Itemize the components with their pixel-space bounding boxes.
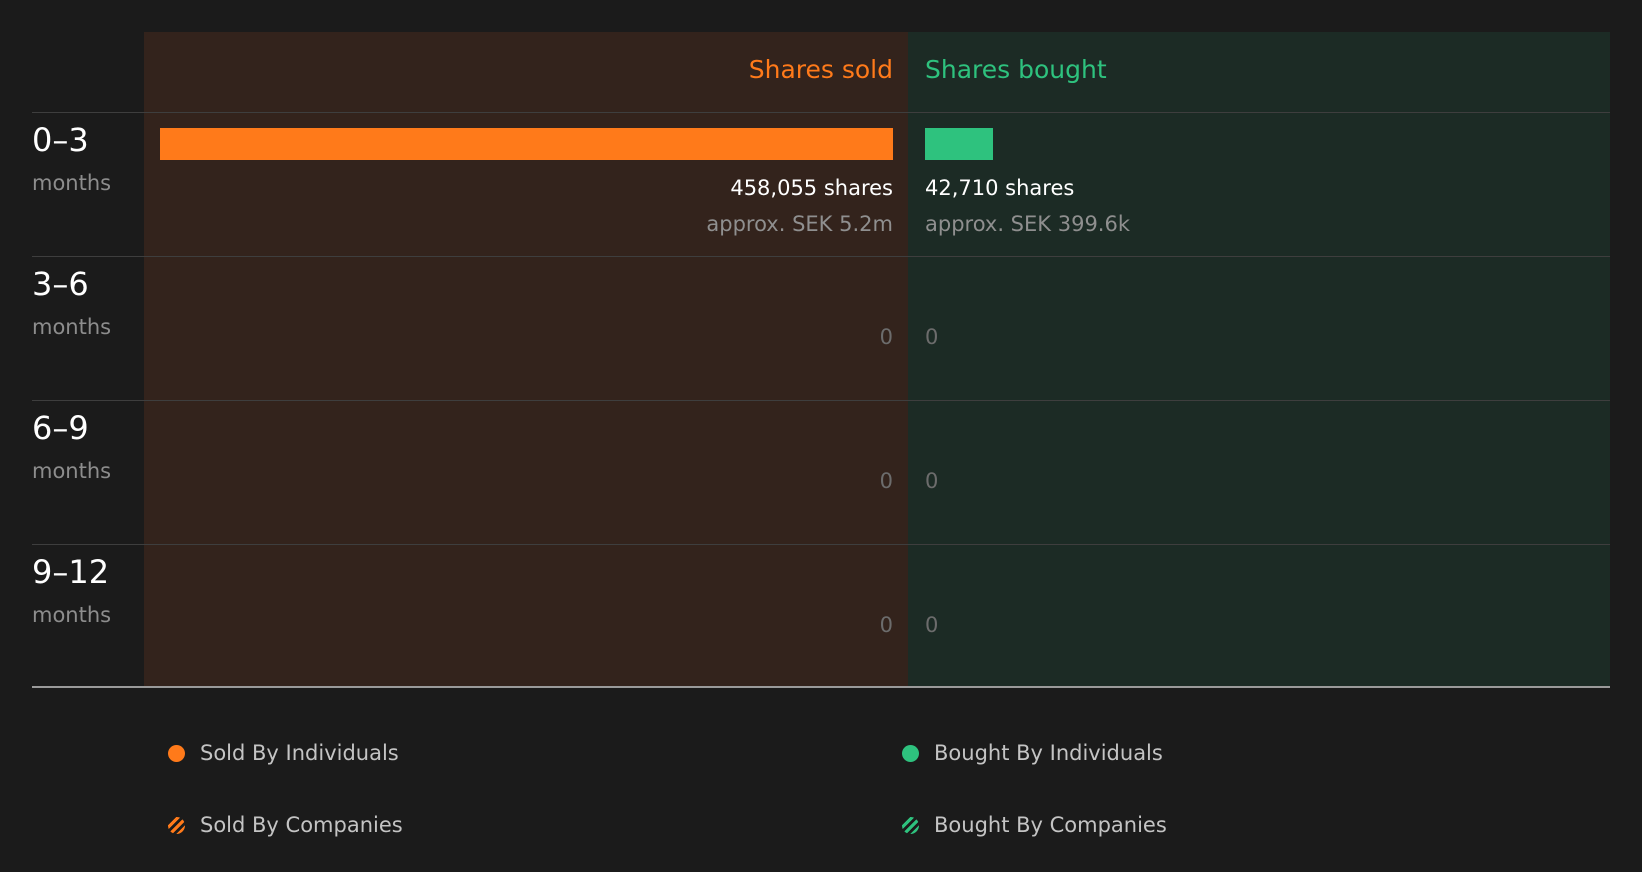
period-range-label: 0–3 xyxy=(32,121,89,159)
period-range-label: 6–9 xyxy=(32,409,89,447)
solid-dot-icon xyxy=(168,744,185,762)
legend-item: Bought By Companies xyxy=(902,813,1167,837)
shares-sold-count: 458,055 shares xyxy=(730,176,893,200)
hatched-dot-icon xyxy=(168,816,185,834)
legend-label: Bought By Individuals xyxy=(934,741,1163,765)
solid-dot-icon xyxy=(902,744,919,762)
shares-sold-header: Shares sold xyxy=(748,55,893,84)
shares-bought-zero: 0 xyxy=(925,613,939,637)
shares-bought-count: 42,710 shares xyxy=(925,176,1075,200)
shares-bought-zero: 0 xyxy=(925,325,939,349)
chart-baseline xyxy=(32,686,1610,688)
legend-label: Sold By Individuals xyxy=(200,741,399,765)
shares-sold-zero: 0 xyxy=(879,469,893,493)
shares-bought-bar xyxy=(925,128,994,160)
shares-bought-header: Shares bought xyxy=(925,55,1107,84)
row-divider xyxy=(32,400,1610,401)
row-divider xyxy=(32,112,1610,113)
period-unit-label: months xyxy=(32,459,112,483)
hatched-dot-icon xyxy=(902,816,919,834)
shares-bought-zero: 0 xyxy=(925,469,939,493)
row-divider xyxy=(32,256,1610,257)
period-unit-label: months xyxy=(32,603,112,627)
shares-bought-panel xyxy=(908,32,1610,687)
row-divider xyxy=(32,544,1610,545)
legend-label: Bought By Companies xyxy=(934,813,1167,837)
period-range-label: 3–6 xyxy=(32,265,89,303)
period-range-label: 9–12 xyxy=(32,553,110,591)
legend-item: Sold By Individuals xyxy=(168,741,399,765)
legend-label: Sold By Companies xyxy=(200,813,403,837)
shares-sold-value: approx. SEK 5.2m xyxy=(706,212,893,236)
shares-sold-zero: 0 xyxy=(879,325,893,349)
shares-bought-value: approx. SEK 399.6k xyxy=(925,212,1131,236)
shares-sold-zero: 0 xyxy=(879,613,893,637)
legend-item: Bought By Individuals xyxy=(902,741,1163,765)
legend-item: Sold By Companies xyxy=(168,813,403,837)
period-unit-label: months xyxy=(32,171,112,195)
shares-sold-bar xyxy=(160,128,893,160)
period-unit-label: months xyxy=(32,315,112,339)
